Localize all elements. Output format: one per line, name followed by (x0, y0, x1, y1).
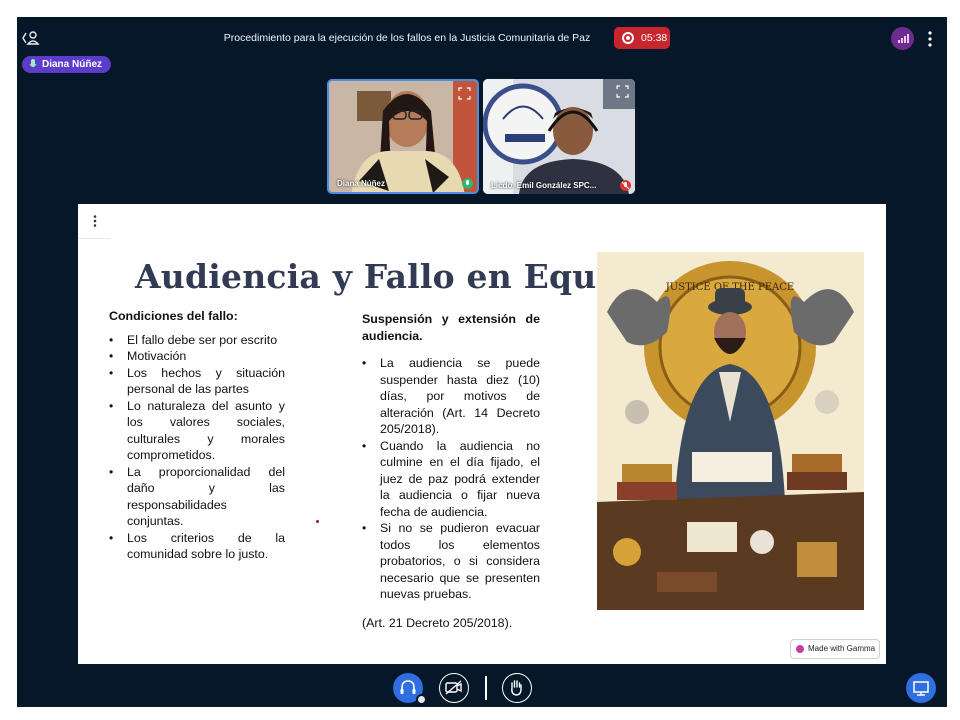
slide-title: Audiencia y Fallo en Equidad (135, 257, 678, 296)
justice-illustration: JUSTICE OF THE PEACE (597, 252, 864, 610)
raise-hand-icon (511, 680, 522, 696)
toolbar-divider (485, 676, 487, 700)
legal-reference: (Art. 21 Decreto 205/2018). (362, 615, 513, 630)
list-item: El fallo debe ser por escrito (109, 332, 285, 349)
recording-indicator[interactable]: 05:38 (614, 27, 670, 49)
more-options-button[interactable] (924, 29, 936, 49)
list-item: Motivación (109, 348, 285, 365)
expand-icon[interactable] (616, 85, 629, 98)
participant-name: Licdo. Emil González SPC... (491, 181, 597, 190)
raise-hand-button[interactable] (502, 673, 532, 703)
participant-name: Diana Núñez (337, 179, 386, 188)
audio-settings-indicator[interactable] (416, 694, 427, 705)
divider (78, 238, 111, 239)
conditions-list: El fallo debe ser por escrito Motivación… (109, 332, 285, 563)
top-bar: Procedimiento para la ejecución de los f… (17, 17, 947, 61)
muted-microphone-icon (620, 180, 631, 191)
users-list-button[interactable] (21, 29, 41, 47)
made-with-gamma-badge[interactable]: Made with Gamma (790, 639, 880, 659)
list-item: Si no se pudieron evacuar todos los elem… (362, 520, 540, 603)
connection-status-button[interactable] (891, 27, 914, 50)
list-item: Los criterios de la comunidad sobre lo j… (109, 530, 285, 563)
list-item: Los hechos y situación personal de las p… (109, 365, 285, 398)
list-item: Lo naturaleza del asunto y los valores s… (109, 398, 285, 464)
video-tile-emil[interactable]: Licdo. Emil González SPC... (483, 79, 635, 194)
more-options-icon (928, 31, 932, 47)
gamma-icon (796, 645, 804, 653)
camera-button[interactable] (439, 673, 469, 703)
bottom-bar (17, 667, 947, 707)
badge-label: Made with Gamma (808, 644, 876, 653)
conditions-heading: Condiciones del fallo: (109, 309, 238, 323)
list-item: Cuando la audiencia no culmine en el día… (362, 438, 540, 521)
recording-time: 05:38 (641, 32, 668, 44)
video-tile-diana[interactable]: Diana Núñez (327, 79, 479, 194)
expand-icon[interactable] (458, 87, 471, 100)
talking-indicator[interactable]: Diana Núñez (22, 56, 112, 73)
presentation-icon (913, 681, 929, 696)
suspension-list: La audiencia se puede suspender hasta di… (362, 355, 540, 603)
back-user-icon (22, 31, 40, 45)
presentation-menu-icon[interactable] (90, 214, 100, 228)
participant-video-emil (483, 79, 635, 194)
camera-off-icon (445, 680, 462, 695)
audio-button[interactable] (393, 673, 427, 705)
microphone-icon (29, 59, 37, 67)
meeting-title: Procedimiento para la ejecución de los f… (223, 32, 591, 44)
participant-video-diana (329, 81, 477, 192)
suspension-heading: Suspensión y extensión de audiencia. (362, 312, 540, 343)
microphone-icon (462, 178, 473, 189)
talker-name: Diana Núñez (42, 59, 103, 70)
pointer-dot (316, 520, 319, 523)
conditions-column: Condiciones del fallo: El fallo debe ser… (109, 308, 285, 563)
conference-window: Procedimiento para la ejecución de los f… (17, 17, 947, 707)
list-item: La audiencia se puede suspender hasta di… (362, 355, 540, 438)
connection-status-icon (898, 34, 909, 43)
presentation-button[interactable] (906, 673, 936, 703)
list-item: La proporcionalidad del daño y las respo… (109, 464, 285, 530)
presentation-area: Audiencia y Fallo en Equidad Condiciones… (78, 204, 886, 664)
record-icon (622, 32, 634, 44)
suspension-column: Suspensión y extensión de audiencia. La … (362, 311, 540, 631)
